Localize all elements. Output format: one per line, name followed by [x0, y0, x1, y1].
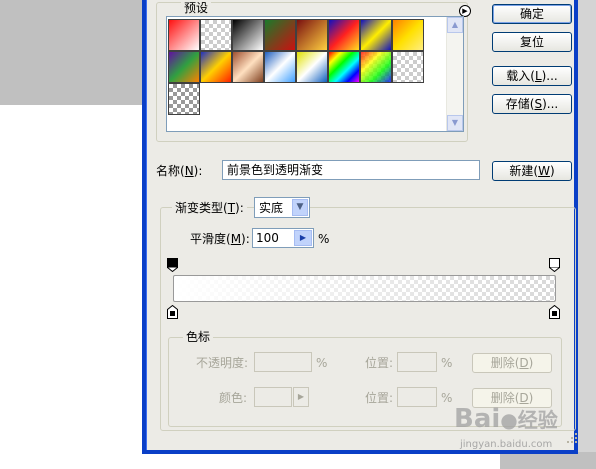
preset-swatch[interactable] — [200, 51, 232, 83]
reset-label: 复位 — [519, 35, 544, 49]
load-label-tail: )... — [541, 69, 558, 83]
watermark-brand-2: 经验 — [517, 408, 558, 432]
ok-label: 确定 — [519, 7, 544, 21]
smoothness-label-text: 平滑度( — [190, 232, 231, 246]
new-button[interactable]: 新建(W) — [492, 161, 572, 181]
smoothness-input[interactable]: 100 ▶ — [252, 228, 314, 248]
name-shortcut: N — [184, 164, 194, 178]
opacity-delete-label: 删除( — [490, 356, 520, 370]
preset-swatch[interactable] — [264, 19, 296, 51]
color-swatch[interactable] — [254, 387, 292, 407]
background-right — [576, 0, 596, 469]
preset-swatch[interactable] — [328, 51, 360, 83]
name-input[interactable]: 前景色到透明渐变 — [222, 160, 480, 180]
preset-swatch[interactable] — [264, 51, 296, 83]
color-delete-label-tail: ) — [528, 391, 534, 405]
opacity-stop-left[interactable] — [167, 258, 178, 272]
save-label-tail: )... — [542, 97, 559, 111]
scroll-down-icon[interactable]: ▼ — [447, 115, 463, 131]
opacity-location-label: 位置: — [365, 356, 394, 370]
gradient-type-label-text: 渐变类型( — [175, 201, 228, 215]
save-label: 存储( — [505, 97, 535, 111]
new-label: 新建( — [509, 164, 539, 178]
color-location-unit: % — [441, 391, 453, 405]
preset-swatch[interactable] — [392, 19, 424, 51]
preset-swatch[interactable] — [328, 19, 360, 51]
chevron-right-icon[interactable]: ▶ — [293, 387, 309, 407]
presets-legend: 预设 — [181, 2, 212, 14]
smoothness-value: 100 — [256, 231, 279, 245]
preset-swatch[interactable] — [168, 19, 200, 51]
name-label-text: 名称( — [156, 164, 185, 178]
opacity-stop-right[interactable] — [549, 258, 560, 272]
color-location-input[interactable] — [397, 387, 437, 407]
background-right-bottom — [500, 452, 596, 469]
watermark-brand: Bai — [454, 404, 501, 434]
opacity-input[interactable] — [254, 352, 312, 372]
save-shortcut: S — [534, 97, 543, 111]
preset-swatch[interactable] — [232, 51, 264, 83]
preset-swatch[interactable] — [168, 83, 200, 115]
color-label: 颜色: — [219, 391, 248, 405]
gradient-type-label: 渐变类型(T): — [172, 201, 247, 215]
opacity-label: 不透明度: — [196, 356, 249, 370]
smoothness-shortcut: M — [230, 232, 242, 246]
preset-swatch[interactable] — [392, 51, 424, 83]
watermark-logo: Bai●经验 — [454, 404, 558, 434]
smoothness-label: 平滑度(M): — [190, 232, 250, 246]
opacity-unit: % — [316, 356, 328, 370]
color-stop-left[interactable] — [167, 305, 178, 319]
resize-grip-icon[interactable] — [566, 432, 578, 444]
preset-swatch[interactable] — [296, 19, 328, 51]
smoothness-label-tail: ): — [241, 232, 250, 246]
presets-scrollbar[interactable]: ▲ ▼ — [446, 17, 463, 131]
gradient-type-shortcut: T — [227, 201, 236, 215]
paw-icon: ● — [500, 408, 518, 432]
preset-swatch[interactable] — [360, 51, 392, 83]
color-delete-shortcut: D — [519, 391, 529, 405]
preset-swatch[interactable] — [168, 51, 200, 83]
opacity-delete-button[interactable]: 删除(D) — [472, 353, 552, 373]
preset-swatches — [168, 19, 424, 115]
watermark-url: jingyan.baidu.com — [460, 439, 553, 450]
background-panel — [0, 0, 146, 105]
presets-list: ▲ ▼ — [166, 16, 464, 132]
preset-swatch[interactable] — [296, 51, 328, 83]
opacity-delete-shortcut: D — [519, 356, 529, 370]
smoothness-unit: % — [318, 232, 330, 246]
preset-swatch[interactable] — [360, 19, 392, 51]
reset-button[interactable]: 复位 — [492, 32, 572, 52]
gradient-type-value: 实底 — [259, 201, 284, 215]
gradient-preview-bar[interactable] — [173, 275, 556, 302]
chevron-down-icon[interactable]: ▼ — [292, 199, 308, 216]
opacity-location-unit: % — [441, 356, 453, 370]
ok-button[interactable]: 确定 — [492, 4, 572, 24]
new-label-tail: ) — [549, 164, 555, 178]
color-stop-right[interactable] — [549, 305, 560, 319]
gradient-type-label-tail: ): — [235, 201, 244, 215]
preset-swatch[interactable] — [232, 19, 264, 51]
opacity-location-input[interactable] — [397, 352, 437, 372]
gradient-type-select[interactable]: 实底 ▼ — [254, 197, 310, 218]
name-input-value: 前景色到透明渐变 — [227, 163, 324, 177]
color-stops-legend: 色标 — [183, 330, 214, 344]
load-label: 载入( — [506, 69, 535, 83]
scroll-up-icon[interactable]: ▲ — [447, 17, 463, 33]
new-shortcut: W — [538, 164, 550, 178]
name-label-tail: ): — [193, 164, 203, 178]
preset-swatch[interactable] — [200, 19, 232, 51]
name-label: 名称(N): — [156, 164, 202, 178]
save-button[interactable]: 存储(S)... — [492, 94, 572, 114]
presets-group: 预设 ▶ ▲ ▼ — [156, 2, 471, 142]
chevron-right-icon[interactable]: ▶ — [294, 230, 312, 246]
load-button[interactable]: 载入(L)... — [492, 66, 572, 86]
load-shortcut: L — [534, 69, 542, 83]
color-location-label: 位置: — [365, 391, 394, 405]
color-delete-label: 删除( — [490, 391, 520, 405]
opacity-delete-label-tail: ) — [528, 356, 534, 370]
